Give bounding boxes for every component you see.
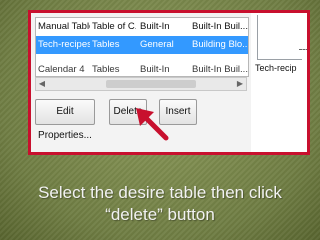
preview-pane: Tech-recip: [253, 13, 307, 152]
preview-box: [257, 15, 302, 60]
scroll-left-icon[interactable]: ◀: [36, 78, 48, 90]
cell-template: Building Blo...: [192, 39, 248, 50]
slide-caption: Select the desire table then click “dele…: [0, 182, 320, 226]
cell-name: Tech-recipes: [38, 39, 90, 50]
scroll-right-icon[interactable]: ▶: [234, 78, 246, 90]
list-item[interactable]: Manual Table Table of C... Built-In Buil…: [36, 18, 248, 36]
cell-name: Manual Table: [38, 21, 90, 32]
list-item-selected[interactable]: Tech-recipes Tables General Building Blo…: [36, 36, 248, 54]
cell-gallery: Table of C...: [92, 21, 136, 32]
cell-category: General: [140, 39, 174, 50]
building-blocks-list[interactable]: Manual Table Table of C... Built-In Buil…: [35, 17, 249, 77]
caption-line-2: “delete” button: [105, 205, 215, 224]
cell-gallery: Tables: [92, 64, 120, 75]
cell-category: Built-In: [140, 64, 170, 75]
pointer-arrow-icon: [136, 108, 169, 141]
cell-template: Built-In Buil...: [192, 21, 248, 32]
edit-properties-button[interactable]: Edit Properties...: [35, 99, 95, 141]
cell-gallery: Tables: [92, 39, 120, 50]
horizontal-scrollbar[interactable]: ◀ ▶: [35, 77, 247, 91]
cell-name: Calendar 4: [38, 64, 85, 75]
cell-category: Built-In: [140, 21, 170, 32]
preview-label: Tech-recip: [255, 63, 297, 73]
list-item[interactable]: Calendar 4 Tables Built-In Built-In Buil…: [36, 54, 248, 75]
scrollbar-thumb[interactable]: [106, 80, 196, 88]
preview-divider: [299, 49, 307, 50]
caption-line-1: Select the desire table then click: [38, 183, 282, 202]
cell-template: Built-In Buil...: [192, 64, 248, 75]
